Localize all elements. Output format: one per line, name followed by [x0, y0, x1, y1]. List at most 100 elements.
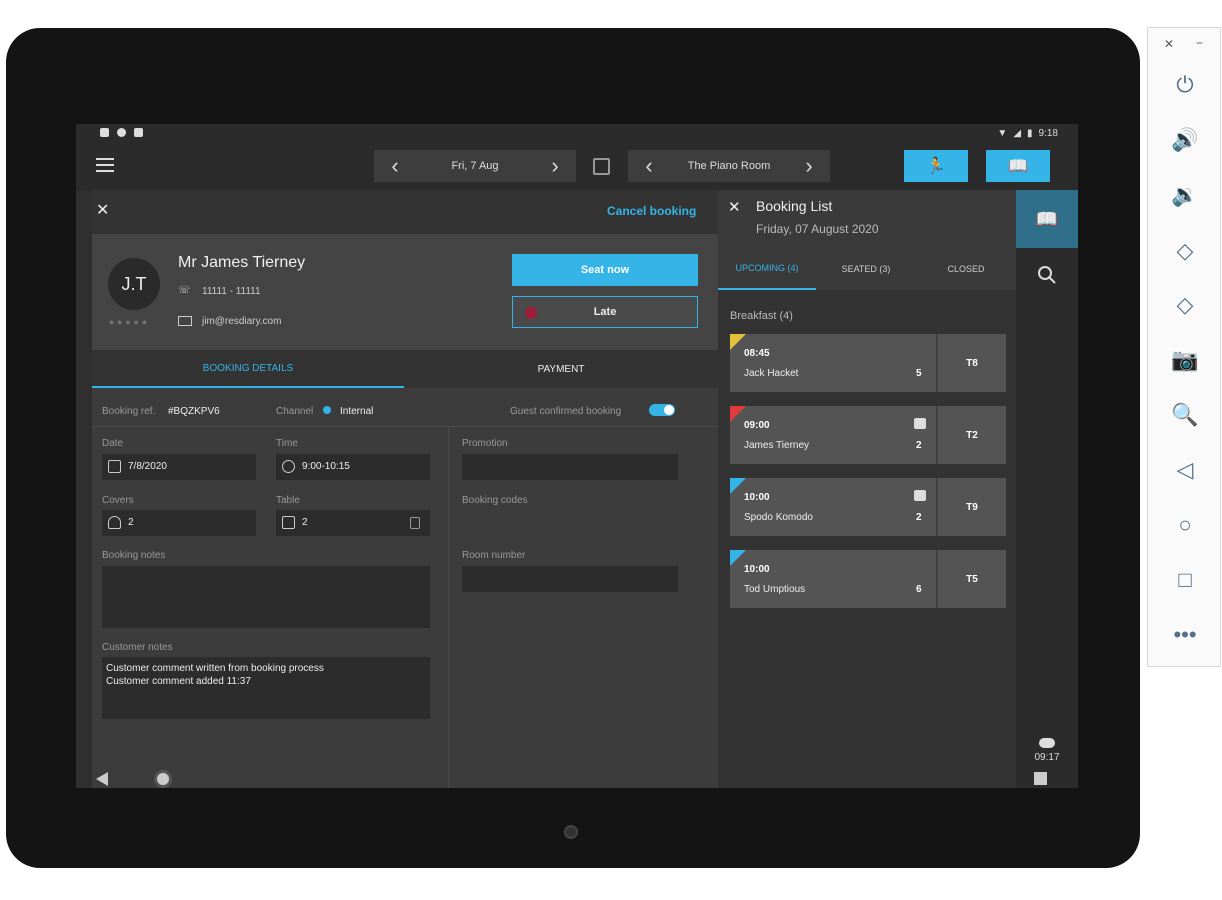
search-button[interactable]	[1016, 248, 1078, 302]
booking-ref-label: Booking ref.	[102, 406, 156, 417]
room-navigator: ‹ The Piano Room ›	[628, 150, 830, 182]
seat-now-button[interactable]: Seat now	[512, 254, 698, 286]
app-bar: ‹ Fri, 7 Aug › ‹ The Piano Room › 🏃 📖	[76, 144, 1078, 190]
screenshot-button[interactable]: 📷	[1168, 343, 1202, 377]
cancel-booking-link[interactable]: Cancel booking	[607, 204, 696, 218]
more-icon: •••	[1173, 622, 1197, 647]
recents-nav-icon[interactable]	[1034, 772, 1047, 785]
close-icon[interactable]: ✕	[96, 200, 109, 220]
minimize-icon[interactable]: −	[1196, 36, 1203, 50]
date-field-label: Date	[102, 438, 124, 449]
back-nav-icon[interactable]	[96, 772, 108, 786]
booking-time: 10:00	[744, 564, 770, 575]
promotion-label: Promotion	[462, 438, 508, 449]
home-icon: ○	[1178, 512, 1192, 537]
booking-tabs: BOOKING DETAILS PAYMENT	[92, 350, 718, 388]
promotion-field[interactable]	[462, 454, 678, 480]
booking-notes-label: Booking notes	[102, 550, 166, 561]
rotate-left-button[interactable]: ◇	[1168, 234, 1202, 268]
next-date-button[interactable]: ›	[534, 150, 576, 182]
booking-list-date: Friday, 07 August 2020	[756, 222, 879, 236]
room-number-field[interactable]	[462, 566, 678, 592]
booking-notes-field[interactable]	[102, 566, 430, 628]
booking-name: Tod Umptious	[744, 584, 806, 595]
close-icon[interactable]: ✕	[1164, 37, 1174, 51]
note-icon	[914, 418, 926, 429]
next-room-button[interactable]: ›	[788, 150, 830, 182]
clock-icon	[282, 460, 295, 473]
booking-name: James Tierney	[744, 440, 810, 451]
walk-in-button[interactable]: 🏃	[904, 150, 968, 182]
sync-status: 09:17	[1016, 738, 1078, 782]
camera-lens	[564, 825, 578, 839]
divider	[92, 426, 718, 427]
tab-payment[interactable]: PAYMENT	[404, 350, 718, 388]
table-field[interactable]: 2	[276, 510, 430, 536]
customer-note-line: Customer comment written from booking pr…	[106, 663, 324, 674]
column-divider	[448, 426, 449, 788]
tab-closed[interactable]: CLOSED	[916, 248, 1016, 290]
status-time: 9:18	[1038, 128, 1058, 139]
customer-notes-field[interactable]: Customer comment written from booking pr…	[102, 657, 430, 719]
more-button[interactable]: •••	[1168, 618, 1202, 652]
tab-seated[interactable]: SEATED (3)	[816, 248, 916, 290]
star-rating[interactable]: ★★★★★	[108, 318, 149, 327]
back-button[interactable]: ◁	[1168, 453, 1202, 487]
booking-list-title: Booking List	[756, 198, 833, 214]
guest-confirmed-toggle[interactable]	[649, 404, 675, 416]
previous-date-button[interactable]: ‹	[374, 150, 416, 182]
tab-booking-details[interactable]: BOOKING DETAILS	[92, 350, 404, 388]
close-icon[interactable]: ✕	[728, 198, 741, 216]
volume-up-button[interactable]: 🔊	[1168, 123, 1202, 157]
room-number-label: Room number	[462, 550, 526, 561]
late-status-icon	[525, 307, 537, 319]
booking-list-rail-button[interactable]: 📖	[1016, 190, 1078, 248]
overview-icon: □	[1178, 567, 1192, 592]
booking-list-panel: ✕ Booking List Friday, 07 August 2020 UP…	[718, 190, 1016, 788]
booking-card[interactable]: 08:45 Jack Hacket 5 T8	[730, 334, 1006, 392]
booking-header: ✕ Cancel booking	[92, 190, 718, 234]
phone-icon: ☏	[178, 285, 191, 296]
covers-field[interactable]: 2	[102, 510, 256, 536]
late-button[interactable]: Late	[512, 296, 698, 328]
time-field-label: Time	[276, 438, 298, 449]
covers-value: 2	[128, 517, 134, 528]
home-nav-icon[interactable]	[154, 770, 172, 788]
volume-down-icon: 🔉	[1171, 182, 1199, 207]
booking-card[interactable]: 10:00 Spodo Komodo 2 T9	[730, 478, 1006, 536]
menu-icon[interactable]	[96, 158, 114, 172]
date-label[interactable]: Fri, 7 Aug	[451, 160, 498, 172]
booking-card[interactable]: 09:00 James Tierney 2 T2	[730, 406, 1006, 464]
time-value: 9:00-10:15	[302, 461, 350, 472]
booking-list-tabs: UPCOMING (4) SEATED (3) CLOSED	[718, 248, 1016, 290]
walk-in-icon: 🏃	[926, 158, 946, 175]
room-label[interactable]: The Piano Room	[688, 160, 771, 172]
volume-down-button[interactable]: 🔉	[1168, 178, 1202, 212]
right-rail: 📖 09:17	[1016, 190, 1078, 788]
booking-time: 10:00	[744, 492, 770, 503]
zoom-button[interactable]: 🔍	[1168, 398, 1202, 432]
booking-panel: ✕ Cancel booking J.T ★★★★★ Mr James Tier…	[92, 190, 718, 788]
battery-icon: ▮	[1027, 128, 1033, 139]
booking-covers: 6	[916, 584, 922, 595]
booking-codes-label: Booking codes	[462, 495, 528, 506]
wifi-icon: ▼	[997, 128, 1008, 139]
time-field[interactable]: 9:00-10:15	[276, 454, 430, 480]
lock-icon[interactable]	[410, 517, 420, 529]
volume-up-icon: 🔊	[1171, 127, 1199, 152]
home-button[interactable]: ○	[1168, 508, 1202, 542]
previous-room-button[interactable]: ‹	[628, 150, 670, 182]
rotate-right-button[interactable]: ◇	[1168, 288, 1202, 322]
customer-notes-label: Customer notes	[102, 642, 173, 653]
signal-icon: ◢	[1013, 128, 1022, 139]
guest-confirmed-label: Guest confirmed booking	[510, 406, 622, 417]
tab-upcoming[interactable]: UPCOMING (4)	[718, 248, 816, 290]
booking-card[interactable]: 10:00 Tod Umptious 6 T5	[730, 550, 1006, 608]
date-field[interactable]: 7/8/2020	[102, 454, 256, 480]
booking-covers: 2	[916, 512, 922, 523]
power-button[interactable]: ⏻	[1168, 68, 1202, 102]
new-booking-button[interactable]: 📖	[986, 150, 1050, 182]
calendar-icon[interactable]	[593, 158, 610, 175]
overview-button[interactable]: □	[1168, 563, 1202, 597]
table-field-label: Table	[276, 495, 300, 506]
